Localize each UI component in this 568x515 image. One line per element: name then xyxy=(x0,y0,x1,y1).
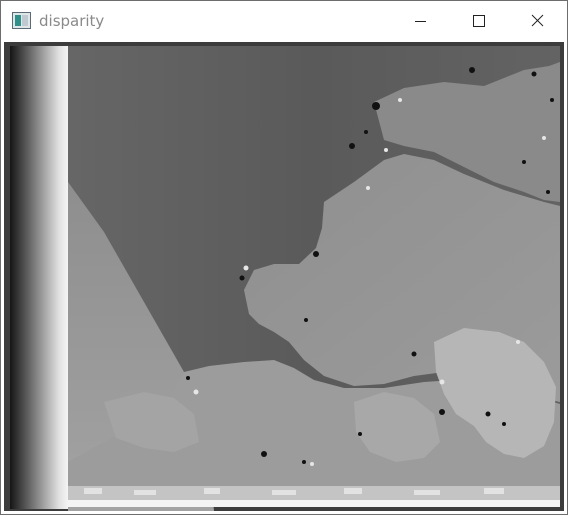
window-title: disparity xyxy=(39,12,105,30)
maximize-button[interactable] xyxy=(449,1,507,41)
disparity-map xyxy=(4,42,564,511)
minimize-button[interactable] xyxy=(391,1,449,41)
maximize-icon xyxy=(473,15,485,27)
close-button[interactable] xyxy=(507,1,565,41)
close-icon xyxy=(531,14,544,27)
app-window: disparity xyxy=(0,0,568,515)
minimize-icon xyxy=(415,21,426,22)
title-bar[interactable]: disparity xyxy=(1,1,567,41)
image-canvas xyxy=(4,42,564,511)
app-window-icon xyxy=(12,12,31,29)
